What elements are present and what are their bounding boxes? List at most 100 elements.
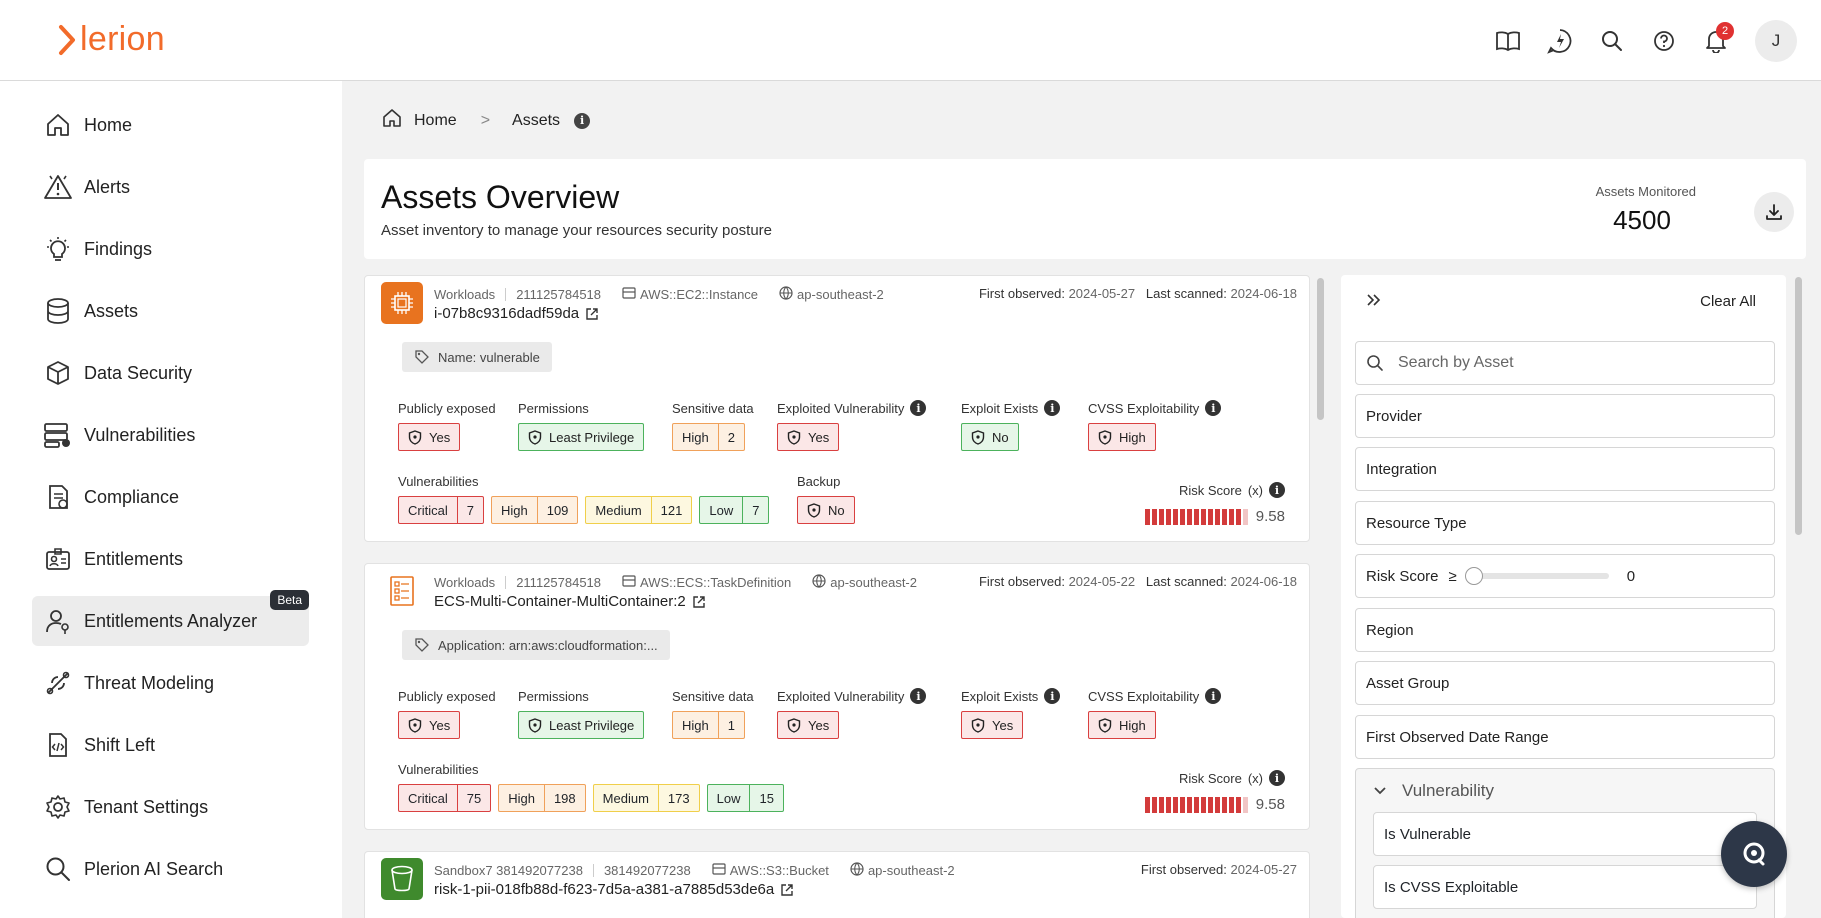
info-icon[interactable]: i bbox=[1044, 688, 1061, 704]
asset-id-link[interactable]: ECS-Multi-Container-MultiContainer:2 bbox=[434, 593, 706, 610]
notifications-bell-icon[interactable]: 2 bbox=[1701, 22, 1734, 56]
asset-meta: Workloads 211125784518 AWS::ECS::TaskDef… bbox=[434, 574, 917, 591]
asset-id-link[interactable]: risk-1-pii-018fb88d-f623-7d5a-a381-a7885… bbox=[434, 881, 794, 898]
risk-bar-segment bbox=[1221, 796, 1227, 813]
integration-filter[interactable]: Integration bbox=[1355, 447, 1775, 491]
shield-icon bbox=[408, 717, 422, 733]
risk-bar-segment bbox=[1193, 508, 1199, 525]
asset-id-link[interactable]: i-07b8c9316dadf59da bbox=[434, 305, 599, 322]
shield-icon bbox=[528, 429, 542, 445]
asset-resource-type: AWS::EC2::Instance bbox=[640, 287, 759, 302]
asset-group-filter[interactable]: Asset Group bbox=[1355, 661, 1775, 705]
vuln-critical-count[interactable]: Critical 75 bbox=[398, 784, 492, 812]
asset-region: ap-southeast-2 bbox=[830, 575, 917, 590]
info-icon[interactable]: i bbox=[1269, 482, 1285, 498]
asset-card[interactable]: Workloads 211125784518 AWS::ECS::TaskDef… bbox=[364, 563, 1310, 830]
plerion-logo[interactable]: lerion bbox=[58, 20, 165, 59]
risk-score: Risk Score (x) i 9.58 bbox=[1144, 482, 1285, 525]
vuln-high-count[interactable]: High 109 bbox=[490, 496, 579, 524]
risk-score-slider-handle[interactable] bbox=[1464, 567, 1483, 585]
first-observed-date-range-filter[interactable]: First Observed Date Range bbox=[1355, 715, 1775, 759]
info-icon[interactable]: i bbox=[1205, 688, 1222, 704]
vuln-low-count[interactable]: Low 7 bbox=[699, 496, 770, 524]
risk-score-slider[interactable] bbox=[1464, 567, 1609, 585]
sidebar-item-vulnerabilities[interactable]: Vulnerabilities bbox=[32, 410, 309, 460]
feedback-chat-icon[interactable] bbox=[1545, 26, 1575, 56]
asset-category: Workloads bbox=[434, 287, 496, 302]
exploited-vulnerability-field: Exploited Vulnerability i Yes bbox=[777, 399, 927, 451]
sidebar-item-shift-left[interactable]: Shift Left bbox=[32, 720, 309, 770]
sidebar-item-compliance[interactable]: Compliance bbox=[32, 472, 309, 522]
info-icon[interactable]: i bbox=[910, 400, 927, 416]
provider-filter[interactable]: Provider bbox=[1355, 394, 1775, 438]
info-icon[interactable]: i bbox=[1205, 400, 1222, 416]
asset-tag[interactable]: Name: vulnerable bbox=[402, 342, 552, 372]
sidebar-item-findings[interactable]: Findings bbox=[32, 224, 309, 274]
top-actions: 2 J bbox=[1493, 20, 1797, 62]
asset-region: ap-southeast-2 bbox=[797, 287, 884, 302]
help-icon[interactable] bbox=[1649, 26, 1679, 56]
sidebar-item-plerion-ai-search[interactable]: Plerion AI Search bbox=[32, 844, 309, 894]
resource-type-filter[interactable]: Resource Type bbox=[1355, 501, 1775, 545]
info-icon[interactable]: i bbox=[910, 688, 927, 704]
risk-bar-segment bbox=[1200, 508, 1206, 525]
vuln-low-count[interactable]: Low 15 bbox=[706, 784, 784, 812]
top-bar: lerion 2 J bbox=[0, 0, 1821, 81]
info-icon[interactable]: i bbox=[1269, 770, 1285, 786]
vuln-medium-count[interactable]: Medium 173 bbox=[592, 784, 700, 812]
risk-bar-segment bbox=[1172, 508, 1178, 525]
sidebar-item-threat-modeling[interactable]: Threat Modeling bbox=[32, 658, 309, 708]
asset-card[interactable]: Workloads 211125784518 AWS::EC2::Instanc… bbox=[364, 275, 1310, 542]
search-icon[interactable] bbox=[1597, 26, 1627, 56]
clear-all-button[interactable]: Clear All bbox=[1700, 293, 1756, 310]
asset-card[interactable]: Sandbox7 381492077238 381492077238 AWS::… bbox=[364, 851, 1310, 918]
asset-list-scrollbar[interactable] bbox=[1317, 278, 1324, 420]
sidebar-item-alerts[interactable]: Alerts bbox=[32, 162, 309, 212]
search-asset-input[interactable]: Search by Asset bbox=[1355, 341, 1775, 385]
breadcrumb-home[interactable]: Home bbox=[414, 112, 457, 130]
sidebar-item-tenant-settings[interactable]: Tenant Settings bbox=[32, 782, 309, 832]
filter-panel-scrollbar[interactable] bbox=[1795, 277, 1802, 535]
support-chat-button[interactable] bbox=[1721, 821, 1787, 887]
sensitive-data-field: Sensitive data High 2 bbox=[672, 399, 754, 451]
sidebar-item-home[interactable]: Home bbox=[32, 100, 309, 150]
info-icon[interactable]: i bbox=[574, 112, 591, 129]
risk-bar-segment bbox=[1207, 796, 1213, 813]
sidebar-item-data-security[interactable]: Data Security bbox=[32, 348, 309, 398]
risk-bar-segment bbox=[1200, 796, 1206, 813]
home-icon[interactable] bbox=[382, 108, 402, 133]
risk-bar-segment bbox=[1242, 796, 1248, 813]
risk-score-slider-value: 0 bbox=[1626, 567, 1636, 585]
sidebar-item-assets[interactable]: Assets bbox=[32, 286, 309, 336]
download-button[interactable] bbox=[1754, 192, 1794, 232]
collapse-panel-icon[interactable] bbox=[1365, 291, 1383, 314]
vuln-medium-count[interactable]: Medium 121 bbox=[585, 496, 693, 524]
vuln-critical-count[interactable]: Critical 7 bbox=[398, 496, 484, 524]
external-link-icon bbox=[586, 307, 598, 320]
sidebar-item-entitlements[interactable]: Entitlements bbox=[32, 534, 309, 584]
assets-monitored-value: 4500 bbox=[1613, 205, 1671, 235]
user-key-icon bbox=[42, 605, 74, 637]
vulnerability-group-toggle[interactable]: Vulnerability bbox=[1372, 781, 1494, 801]
region-filter[interactable]: Region bbox=[1355, 608, 1775, 652]
asset-resource-type: AWS::ECS::TaskDefinition bbox=[640, 575, 792, 590]
sidebar-item-entitlements-analyzer[interactable]: Entitlements Analyzer Beta bbox=[32, 590, 309, 646]
user-avatar[interactable]: J bbox=[1755, 20, 1797, 62]
shield-icon bbox=[971, 717, 985, 733]
asset-resource-type: AWS::S3::Bucket bbox=[729, 863, 829, 878]
publicly-exposed-badge: Yes bbox=[398, 423, 461, 451]
asset-region: ap-southeast-2 bbox=[867, 863, 955, 878]
asset-tag[interactable]: Application: arn:aws:cloudformation:... bbox=[402, 630, 670, 660]
info-icon[interactable]: i bbox=[1044, 400, 1061, 416]
cvss-exploitability-field: CVSS Exploitability i High bbox=[1088, 687, 1222, 739]
beta-badge: Beta bbox=[270, 590, 309, 610]
permissions-badge: Least Privilege bbox=[518, 423, 645, 451]
docs-book-icon[interactable] bbox=[1493, 26, 1523, 56]
vuln-high-count[interactable]: High 198 bbox=[498, 784, 586, 812]
external-link-icon bbox=[693, 595, 705, 608]
is-vulnerable-filter[interactable]: Is Vulnerable bbox=[1373, 812, 1757, 856]
risk-bar-segment bbox=[1179, 796, 1185, 813]
is-cvss-exploitable-filter[interactable]: Is CVSS Exploitable bbox=[1373, 865, 1757, 909]
risk-score-value: 9.58 bbox=[1255, 796, 1285, 813]
risk-bar-segment bbox=[1158, 508, 1164, 525]
